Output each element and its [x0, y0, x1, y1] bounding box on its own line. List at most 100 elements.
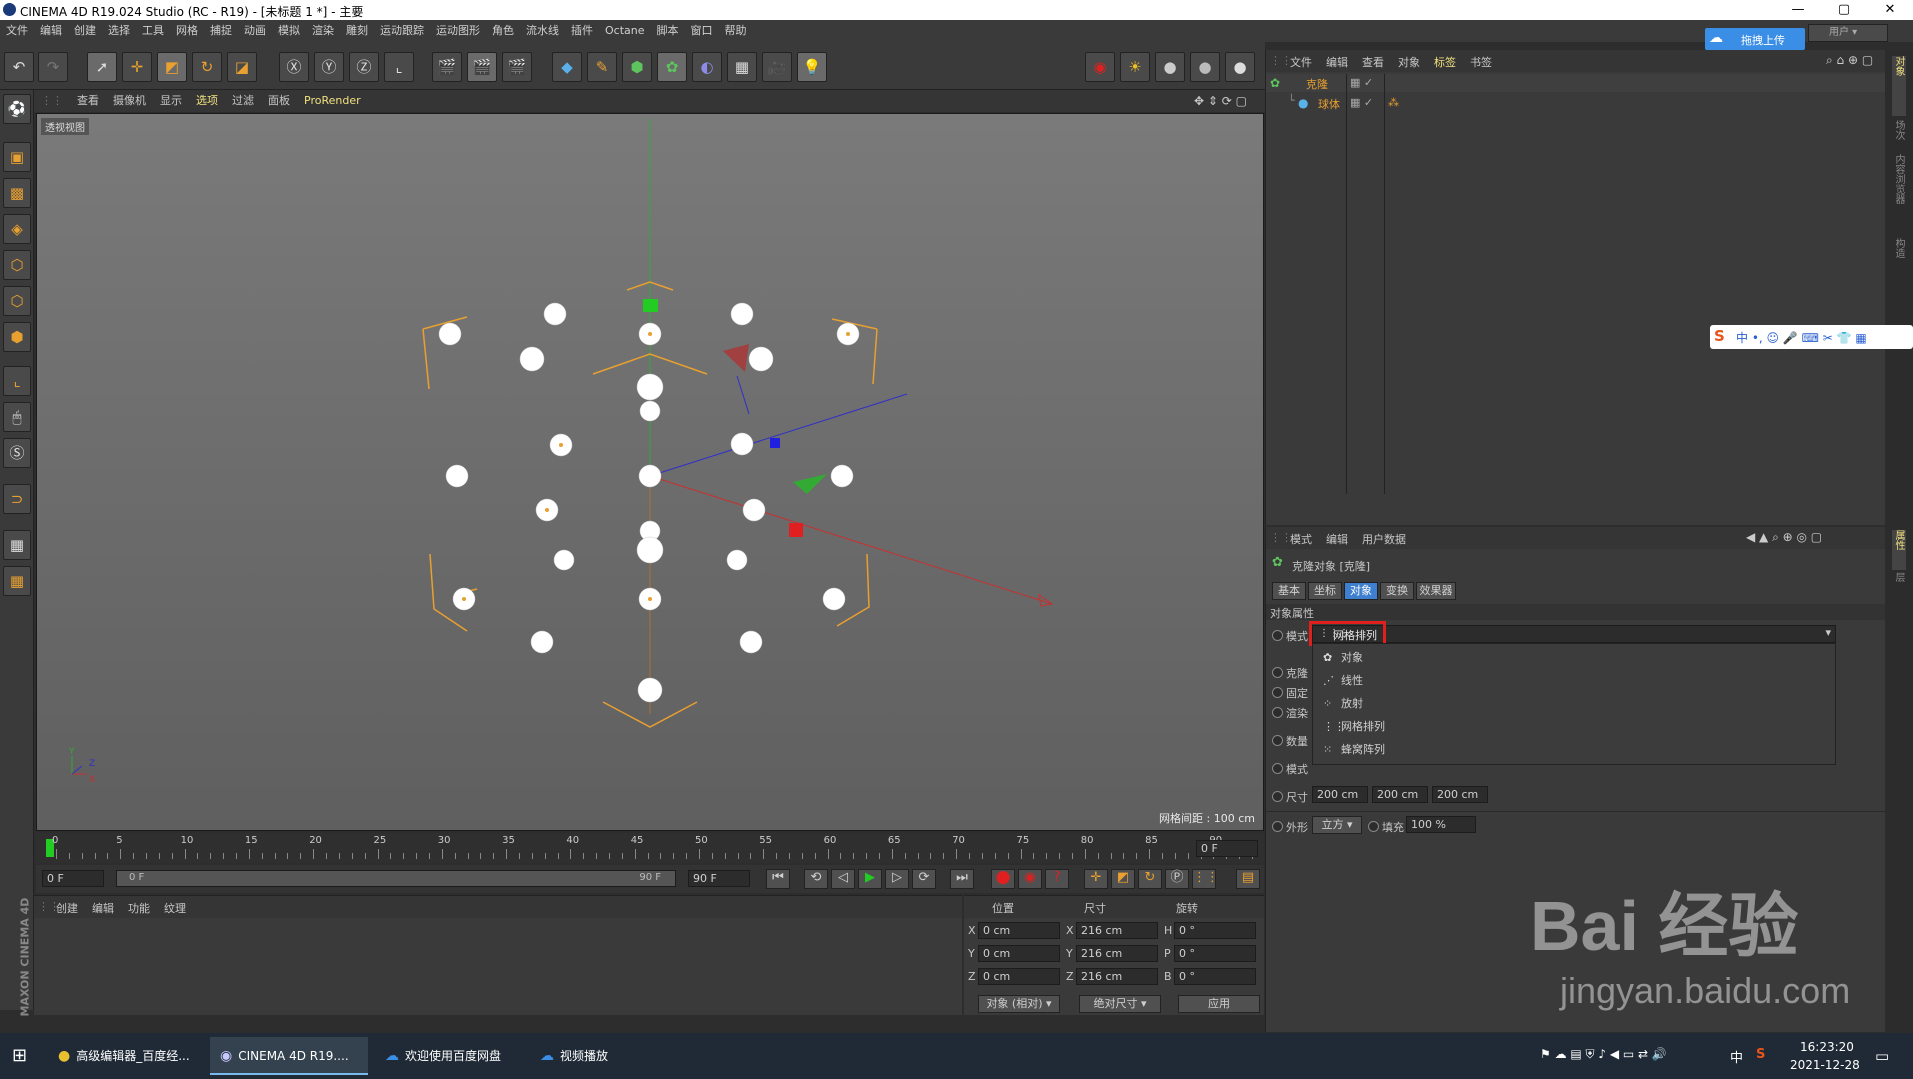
- taskbar-item[interactable]: ◉ CINEMA 4D R19....: [210, 1037, 368, 1075]
- menu-item[interactable]: 流水线: [520, 20, 565, 42]
- auto-key-icon[interactable]: ◉: [1018, 869, 1042, 889]
- object-menu-item[interactable]: 书签: [1470, 54, 1492, 70]
- redo-button[interactable]: ↷: [38, 52, 68, 82]
- record-keys-icon[interactable]: ⬤: [991, 869, 1015, 889]
- scene-canvas[interactable]: Y Z X: [37, 114, 1264, 831]
- menu-item[interactable]: 脚本: [651, 20, 685, 42]
- frame-range-slider[interactable]: 0 F 90 F: [116, 870, 676, 887]
- object-menu-item[interactable]: 文件: [1290, 54, 1312, 70]
- sky-icon[interactable]: ●: [1225, 52, 1255, 82]
- tray-icons[interactable]: ⚑ ☁ ▤ ⛨ ♪ ◀ ▭ ⇄ 🔊: [1540, 1047, 1667, 1062]
- shape-dropdown[interactable]: 立方 ▾: [1312, 816, 1362, 834]
- y-axis-lock-icon[interactable]: Ⓨ: [314, 52, 344, 82]
- viewport-menu-item[interactable]: ProRender: [297, 90, 368, 112]
- material-sphere-icon[interactable]: ●: [1155, 52, 1185, 82]
- dropdown-option[interactable]: ⁘ 放射: [1323, 693, 1363, 715]
- dropdown-option[interactable]: ⋰ 线性: [1323, 670, 1363, 692]
- rot-field[interactable]: 0 °: [1174, 945, 1256, 962]
- subdivision-icon[interactable]: ⬢: [622, 52, 652, 82]
- menu-item[interactable]: 编辑: [34, 20, 68, 42]
- key-parameter-icon[interactable]: Ⓟ: [1165, 869, 1189, 889]
- count-radio[interactable]: [1272, 735, 1283, 746]
- pos-field[interactable]: 0 cm: [978, 968, 1060, 985]
- right-tab[interactable]: 构造: [1892, 238, 1906, 278]
- material-menu-item[interactable]: 编辑: [92, 900, 114, 916]
- coord-mode-dropdown[interactable]: 对象 (相对) ▾: [978, 995, 1060, 1013]
- menu-item[interactable]: 运动图形: [430, 20, 486, 42]
- make-editable-icon[interactable]: ⚽: [3, 94, 31, 124]
- key-pla-icon[interactable]: ⋮⋮: [1192, 869, 1219, 889]
- right-tab[interactable]: 属性: [1892, 530, 1906, 570]
- object-row-sphere[interactable]: └ ● 球体 ▦ ✓ ⁂: [1266, 94, 1886, 112]
- mode-radio[interactable]: [1272, 630, 1283, 641]
- size-radio[interactable]: [1272, 791, 1283, 802]
- undo-button[interactable]: ↶: [4, 52, 34, 82]
- taskbar-item[interactable]: ☁ 视频播放: [530, 1037, 630, 1075]
- visibility-toggle-icon[interactable]: ▦ ✓: [1350, 76, 1373, 89]
- previous-key-icon[interactable]: ⟲: [804, 869, 828, 889]
- size-field[interactable]: 216 cm: [1076, 945, 1158, 962]
- recent-tool-icon[interactable]: ◪: [227, 52, 257, 82]
- pos-field[interactable]: 0 cm: [978, 922, 1060, 939]
- attribute-menu-item[interactable]: 编辑: [1326, 531, 1348, 547]
- menu-item[interactable]: 创建: [68, 20, 102, 42]
- tweak-mode-icon[interactable]: 🖱: [3, 402, 31, 432]
- go-to-end-icon[interactable]: ⏭: [950, 869, 974, 889]
- floor-icon[interactable]: ▦: [727, 52, 757, 82]
- submode-radio[interactable]: [1272, 763, 1283, 774]
- planar-workplane-icon[interactable]: ▦: [3, 566, 31, 596]
- viewport-menu-item[interactable]: 查看: [70, 90, 106, 112]
- notification-icon[interactable]: ▭: [1875, 1047, 1889, 1065]
- rot-field[interactable]: 0 °: [1174, 922, 1256, 939]
- object-manager-nav-icon[interactable]: ⌕ ⌂ ⊕ ▢: [1826, 53, 1873, 68]
- coordinate-system-icon[interactable]: ⌞: [384, 52, 414, 82]
- object-name[interactable]: 克隆: [1306, 76, 1328, 92]
- right-tab[interactable]: 对象: [1892, 56, 1906, 116]
- camera-icon[interactable]: 🎥: [762, 52, 792, 82]
- cube-icon[interactable]: ◆: [552, 52, 582, 82]
- sogou-tray-icon[interactable]: S: [1756, 1047, 1765, 1062]
- previous-frame-icon[interactable]: ◁: [831, 869, 855, 889]
- current-frame-field[interactable]: 0 F: [1196, 840, 1258, 857]
- right-tab[interactable]: 内容浏览器: [1892, 154, 1906, 234]
- object-name[interactable]: 球体: [1318, 96, 1340, 112]
- menu-item[interactable]: Octane: [599, 20, 651, 42]
- mode-dropdown[interactable]: ▾: [1312, 625, 1836, 643]
- object-menu-item[interactable]: 标签: [1434, 54, 1456, 70]
- mode-dropdown-list[interactable]: ✿ 对象 ⋰ 线性 ⁘ 放射 ⋮⋮网格排列 ⁙ 蜂窝阵列: [1312, 643, 1836, 765]
- menu-item[interactable]: 捕捉: [204, 20, 238, 42]
- dropdown-option[interactable]: ⁙ 蜂窝阵列: [1323, 739, 1385, 761]
- menu-item[interactable]: 工具: [136, 20, 170, 42]
- menu-item[interactable]: 运动跟踪: [374, 20, 430, 42]
- points-mode-icon[interactable]: ⬡: [3, 250, 31, 280]
- close-button[interactable]: ✕: [1867, 0, 1913, 20]
- texture-mode-icon[interactable]: ▩: [3, 178, 31, 208]
- menu-item[interactable]: 渲染: [306, 20, 340, 42]
- attribute-tab[interactable]: 坐标: [1308, 582, 1342, 600]
- attribute-tab[interactable]: 效果器: [1416, 582, 1456, 600]
- fix-clone-radio[interactable]: [1272, 687, 1283, 698]
- viewport-menu-item[interactable]: 选项: [189, 90, 225, 112]
- key-position-icon[interactable]: ✛: [1084, 869, 1108, 889]
- menu-item[interactable]: 帮助: [719, 20, 753, 42]
- render-picture-viewer-icon[interactable]: 🎬: [467, 52, 497, 82]
- perspective-viewport[interactable]: 透视视图 Y Z X 网格间距: 100 cm: [36, 113, 1264, 831]
- x-axis-lock-icon[interactable]: Ⓧ: [279, 52, 309, 82]
- start-frame-field[interactable]: 0 F: [42, 870, 104, 887]
- minimize-button[interactable]: —: [1775, 0, 1821, 20]
- size-field[interactable]: 216 cm: [1076, 922, 1158, 939]
- attribute-nav-icon[interactable]: ◀ ▲ ⌕ ⊕ ◎ ▢: [1746, 530, 1822, 545]
- render-view-icon[interactable]: 🎬: [432, 52, 462, 82]
- fill-radio[interactable]: [1368, 821, 1379, 832]
- taskbar-item[interactable]: ☁ 欢迎使用百度网盘: [375, 1037, 525, 1075]
- viewport-nav-icon[interactable]: ✥ ⇕ ⟳ ▢: [1194, 94, 1247, 108]
- next-key-icon[interactable]: ⟳: [912, 869, 936, 889]
- pos-field[interactable]: 0 cm: [978, 945, 1060, 962]
- attribute-tab[interactable]: 变换: [1380, 582, 1414, 600]
- size-z-field[interactable]: 200 cm: [1432, 786, 1488, 803]
- go-to-start-icon[interactable]: ⏮: [766, 869, 790, 889]
- menu-item[interactable]: 动画: [238, 20, 272, 42]
- attribute-menu-item[interactable]: 用户数据: [1362, 531, 1406, 547]
- render-instances-radio[interactable]: [1272, 707, 1283, 718]
- apply-button[interactable]: 应用: [1178, 995, 1260, 1013]
